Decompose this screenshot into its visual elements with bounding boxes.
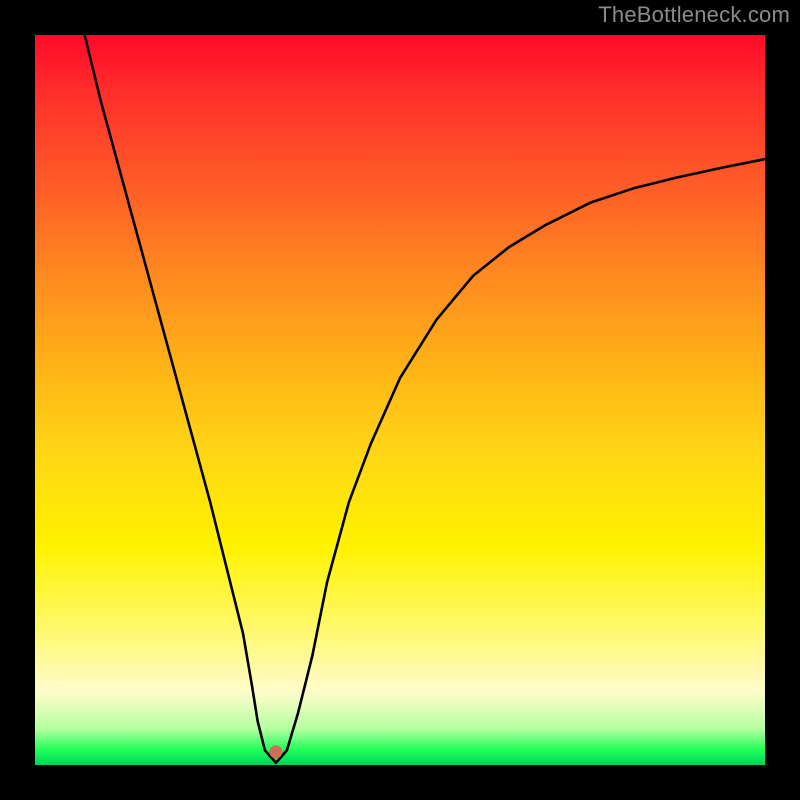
bottleneck-curve: [85, 35, 765, 763]
chart-curve-layer: [35, 35, 765, 765]
watermark-text: TheBottleneck.com: [598, 2, 790, 28]
optimum-marker: [269, 745, 282, 758]
